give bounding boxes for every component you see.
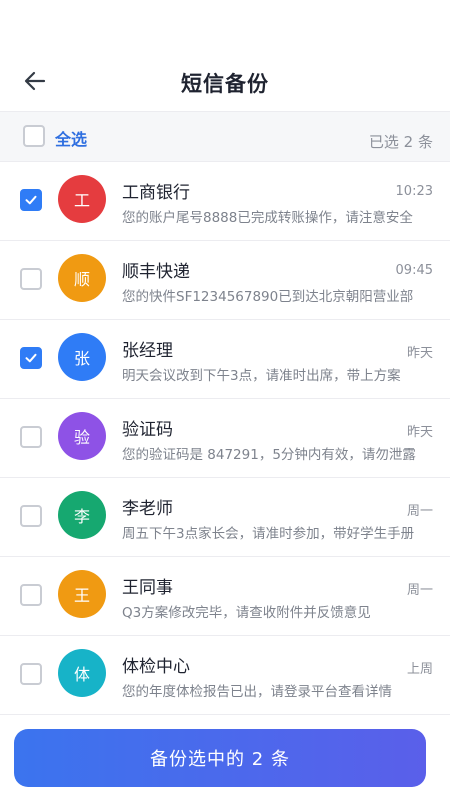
checkmark-icon [25, 353, 37, 363]
row-checkbox[interactable] [20, 426, 42, 448]
message-list: 工 工商银行 10:23 您的账户尾号8888已完成转账操作，请注意安全 顺 顺… [0, 162, 450, 715]
message-row[interactable]: 顺 顺丰快递 09:45 您的快件SF1234567890已到达北京朝阳营业部 [0, 241, 450, 320]
message-row[interactable]: 体 体检中心 上周 您的年度体检报告已出，请登录平台查看详情 [0, 636, 450, 715]
selected-count: 已选 2 条 [368, 133, 433, 151]
sender-name: 张经理 [122, 341, 173, 361]
message-preview: 周五下午3点家长会，请准时参加，带好学生手册 [122, 526, 415, 542]
select-all-checkbox[interactable] [23, 125, 45, 147]
row-checkbox[interactable] [20, 663, 42, 685]
row-checkbox[interactable] [20, 347, 42, 369]
message-preview: 您的账户尾号8888已完成转账操作，请注意安全 [122, 210, 413, 226]
avatar: 张 [58, 333, 106, 381]
row-checkbox[interactable] [20, 268, 42, 290]
row-checkbox[interactable] [20, 505, 42, 527]
message-preview: 您的快件SF1234567890已到达北京朝阳营业部 [122, 289, 414, 305]
message-time: 周一 [406, 583, 433, 598]
message-time: 昨天 [406, 346, 433, 361]
sender-name: 工商银行 [122, 183, 190, 203]
message-time: 昨天 [406, 425, 433, 440]
avatar: 体 [58, 649, 106, 697]
row-checkbox[interactable] [20, 189, 42, 211]
sender-name: 李老师 [122, 499, 173, 519]
message-row[interactable]: 验 验证码 昨天 您的验证码是 847291，5分钟内有效，请勿泄露 [0, 399, 450, 478]
message-row[interactable]: 张 张经理 昨天 明天会议改到下午3点，请准时出席，带上方案 [0, 320, 450, 399]
sender-name: 验证码 [122, 420, 173, 440]
message-time: 上周 [406, 662, 433, 677]
message-time: 09:45 [395, 263, 433, 278]
message-time: 周一 [406, 504, 433, 519]
message-row[interactable]: 王 王同事 周一 Q3方案修改完毕，请查收附件并反馈意见 [0, 557, 450, 636]
message-preview: 您的验证码是 847291，5分钟内有效，请勿泄露 [122, 447, 416, 463]
select-all-label[interactable]: 全选 [55, 126, 87, 150]
avatar: 工 [58, 175, 106, 223]
message-row[interactable]: 李 李老师 周一 周五下午3点家长会，请准时参加，带好学生手册 [0, 478, 450, 557]
avatar: 王 [58, 570, 106, 618]
sender-name: 体检中心 [122, 657, 190, 677]
page-title: 短信备份 [181, 72, 269, 96]
avatar: 验 [58, 412, 106, 460]
row-checkbox[interactable] [20, 584, 42, 606]
sender-name: 王同事 [122, 578, 173, 598]
message-time: 10:23 [395, 184, 433, 199]
message-preview: 您的年度体检报告已出，请登录平台查看详情 [122, 684, 392, 700]
app-header: 短信备份 [0, 0, 450, 112]
message-row[interactable]: 工 工商银行 10:23 您的账户尾号8888已完成转账操作，请注意安全 [0, 162, 450, 241]
message-preview: 明天会议改到下午3点，请准时出席，带上方案 [122, 368, 401, 384]
message-preview: Q3方案修改完毕，请查收附件并反馈意见 [122, 605, 371, 621]
checkmark-icon [25, 195, 37, 205]
backup-selected-button[interactable]: 备份选中的 2 条 [14, 729, 426, 787]
avatar: 李 [58, 491, 106, 539]
avatar: 顺 [58, 254, 106, 302]
sender-name: 顺丰快递 [122, 262, 190, 282]
